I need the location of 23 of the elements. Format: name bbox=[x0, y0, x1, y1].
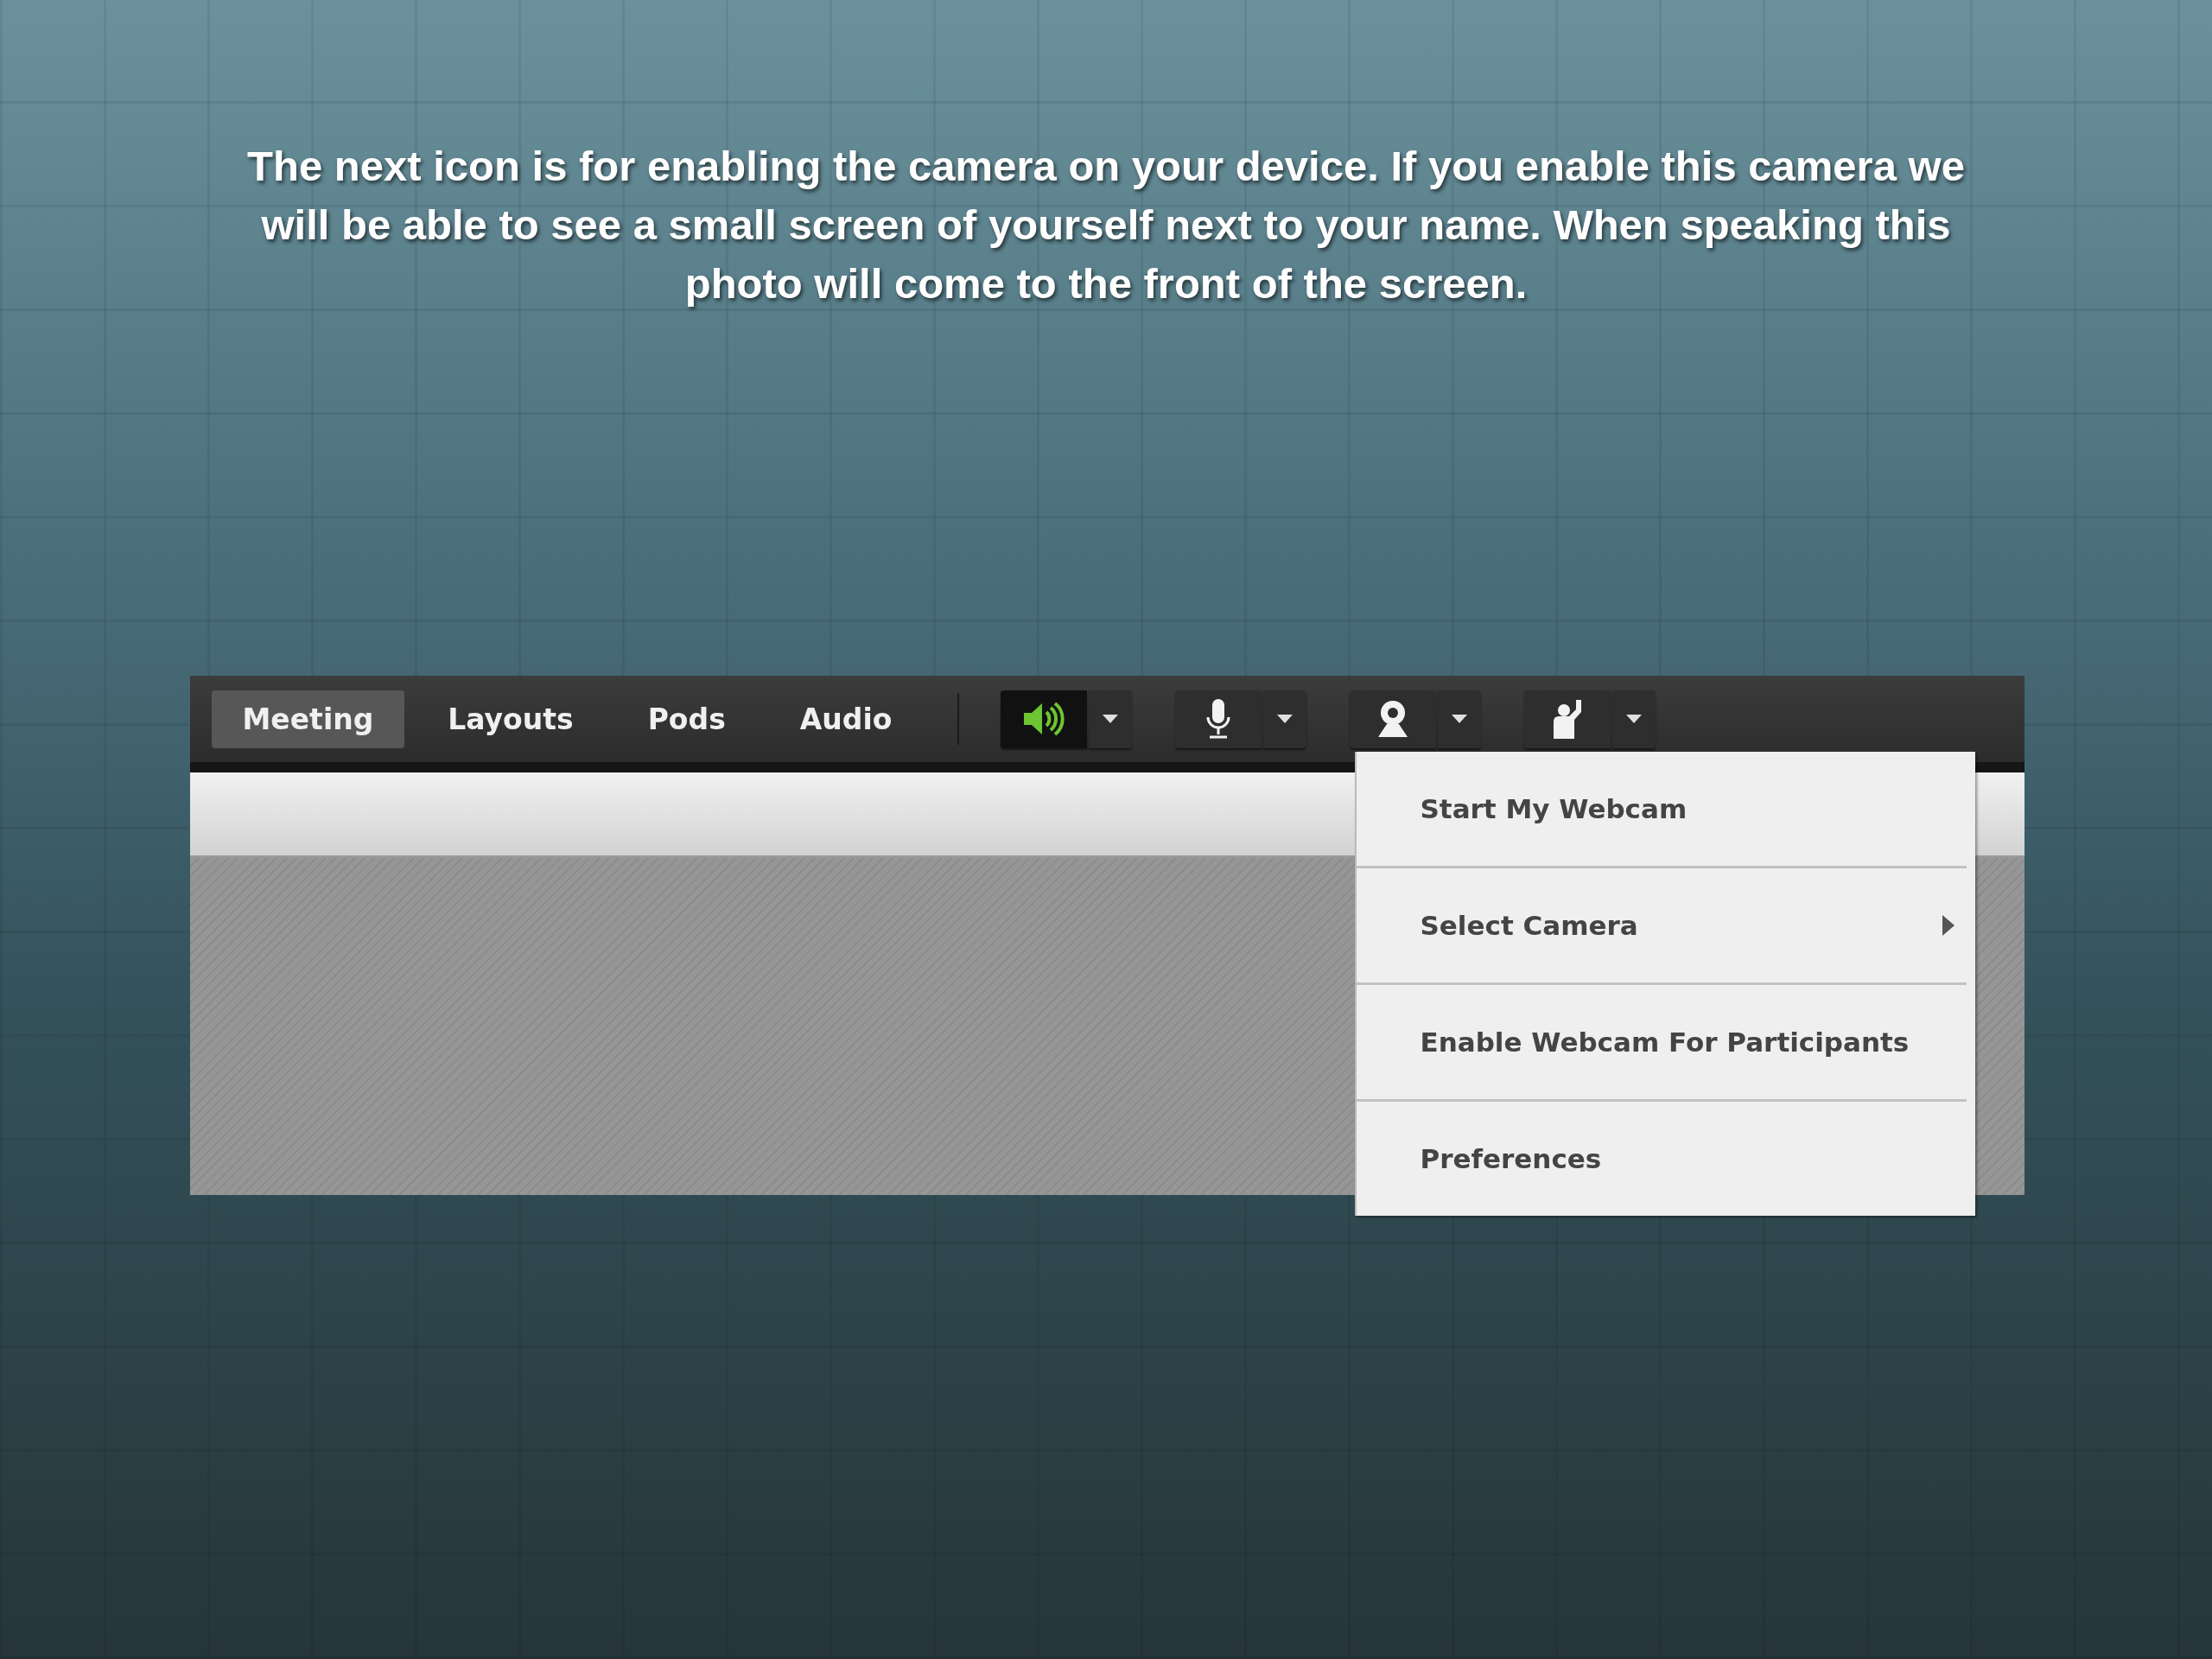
menu-tab[interactable]: Pods bbox=[616, 690, 757, 748]
caret-icon bbox=[1277, 715, 1294, 723]
speaker-icon bbox=[1021, 700, 1067, 738]
menu-item[interactable]: Preferences bbox=[1356, 1102, 1975, 1216]
caret-icon bbox=[1626, 715, 1643, 723]
dropdown-button[interactable] bbox=[1263, 690, 1307, 748]
caret-icon bbox=[1103, 715, 1119, 723]
menu-tab[interactable]: Audio bbox=[768, 690, 924, 748]
menu-item[interactable]: Start My Webcam bbox=[1356, 752, 1975, 866]
toolbar-button[interactable] bbox=[1175, 690, 1262, 748]
toolbar-button[interactable] bbox=[1001, 690, 1088, 748]
caret-icon bbox=[1452, 715, 1468, 723]
toolbar-button[interactable] bbox=[1350, 690, 1437, 748]
caption-text: The next icon is for enabling the camera on your device. If you enable this camera we will be able to see a small screen of yourself next to your name. When speaking this photo will come to the front of the screen. bbox=[246, 142, 1966, 308]
dropdown-button[interactable] bbox=[1089, 690, 1133, 748]
menu-tab[interactable]: Meeting bbox=[211, 690, 405, 748]
menu-item[interactable]: Enable Webcam For Participants bbox=[1356, 985, 1975, 1099]
toolbar-button[interactable] bbox=[1524, 690, 1611, 748]
submenu-arrow-icon bbox=[1942, 915, 1955, 936]
dropdown-button[interactable] bbox=[1438, 690, 1482, 748]
menu-item[interactable]: Select Camera bbox=[1356, 868, 1975, 982]
menu-tab[interactable]: Layouts bbox=[416, 690, 605, 748]
dropdown-button[interactable] bbox=[1612, 690, 1656, 748]
